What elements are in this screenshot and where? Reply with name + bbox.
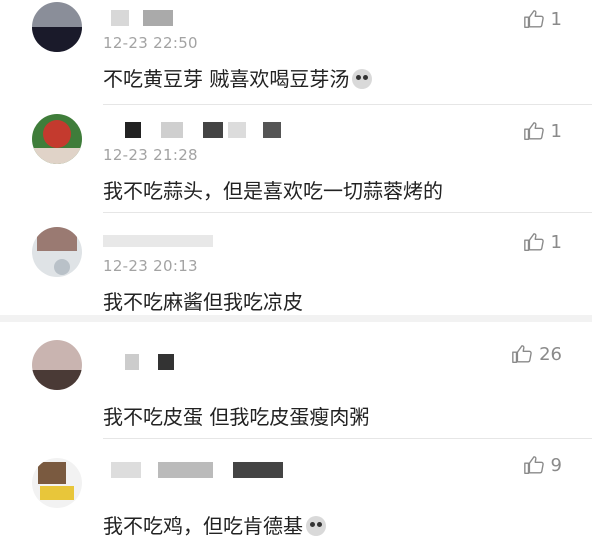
comment-text: 我不吃鸡，但吃肯德基 (103, 510, 326, 539)
comment-time: 12-23 20:13 (103, 257, 198, 275)
avatar[interactable] (32, 2, 82, 52)
avatar[interactable] (32, 114, 82, 164)
comment-time: 12-23 21:28 (103, 146, 198, 164)
avatar-image (32, 340, 82, 390)
avatar-image (32, 458, 82, 508)
comment-text: 我不吃麻酱但我吃凉皮 (103, 290, 303, 314)
avatar[interactable] (32, 340, 82, 390)
comment-item: 12-23 22:50 不吃黄豆芽 贼喜欢喝豆芽汤 1 (0, 0, 592, 105)
comment-card: 12-23 22:50 不吃黄豆芽 贼喜欢喝豆芽汤 1 12-23 21:28 … (0, 0, 592, 315)
avatar[interactable] (32, 227, 82, 277)
thumbs-up-icon (523, 456, 544, 474)
avatar-image (32, 2, 82, 52)
like-count: 1 (550, 231, 562, 253)
emoji-face-icon (306, 516, 326, 536)
comment-item: 12-23 20:13 我不吃麻酱但我吃凉皮 1 (0, 213, 592, 315)
like-button[interactable]: 9 (523, 454, 562, 476)
like-count: 1 (550, 8, 562, 30)
comment-item: 我不吃皮蛋 但我吃皮蛋瘦肉粥 26 (0, 322, 592, 440)
like-count: 26 (539, 343, 562, 365)
thumbs-up-icon (523, 233, 544, 251)
like-button[interactable]: 1 (523, 231, 562, 253)
comment-text: 不吃黄豆芽 贼喜欢喝豆芽汤 (103, 63, 373, 92)
thumbs-up-icon (523, 10, 544, 28)
thumbs-up-icon (523, 122, 544, 140)
like-button[interactable]: 1 (523, 120, 562, 142)
avatar-image (32, 114, 82, 164)
like-button[interactable]: 26 (511, 343, 562, 365)
emoji-face-icon (352, 69, 373, 89)
like-count: 9 (550, 454, 562, 476)
comment-item: 12-23 21:28 我不吃蒜头，但是喜欢吃一切蒜蓉烤的 1 (0, 105, 592, 213)
comment-item: 我不吃鸡，但吃肯德基 9 (0, 440, 592, 539)
thumbs-up-icon (512, 345, 532, 363)
comment-text: 我不吃蒜头，但是喜欢吃一切蒜蓉烤的 (103, 179, 443, 203)
avatar[interactable] (32, 458, 82, 508)
comment-card: 我不吃皮蛋 但我吃皮蛋瘦肉粥 26 我不吃鸡，但吃肯德基 9 (0, 322, 592, 539)
comment-time: 12-23 22:50 (103, 34, 198, 52)
avatar-image (32, 227, 82, 277)
like-button[interactable]: 1 (523, 8, 562, 30)
comment-text: 我不吃皮蛋 但我吃皮蛋瘦肉粥 (103, 405, 370, 429)
like-count: 1 (550, 120, 562, 142)
divider (103, 438, 592, 439)
